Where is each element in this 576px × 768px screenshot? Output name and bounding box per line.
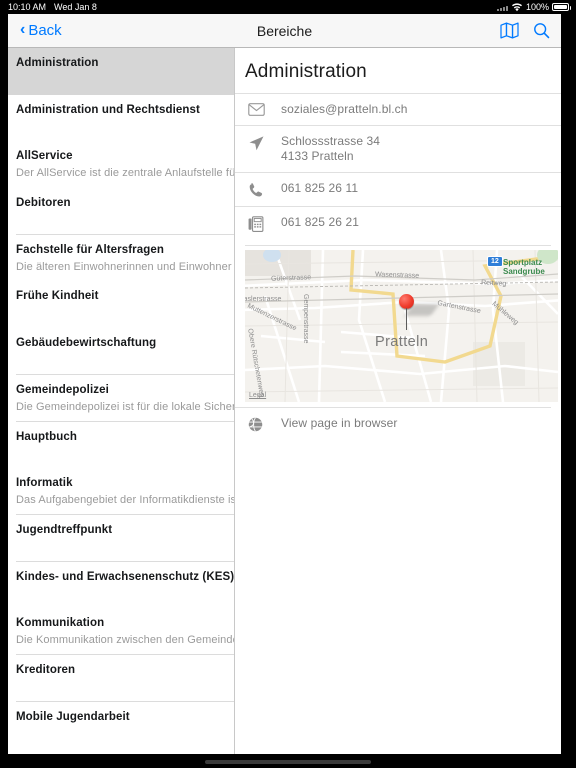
detail-title: Administration (245, 61, 367, 82)
signal-icon (496, 4, 508, 11)
battery-percent: 100% (525, 2, 549, 12)
detail-pane: Administration soziales@pratteln.bl.ch S… (235, 48, 561, 754)
list-item[interactable]: Kommunikation Die Kommunikation zwischen … (8, 608, 234, 655)
map-legal-link[interactable]: Legal (249, 392, 266, 399)
list-item-title: Fachstelle für Altersfragen (16, 243, 164, 256)
navigation-bar: ‹ Back Bereiche (8, 14, 561, 48)
split-view: Administration Administration und Rechtsd… (8, 48, 561, 754)
list-item-subtitle: Die Gemeindepolizei ist für die lokale S… (16, 400, 234, 413)
location-arrow-icon (245, 134, 281, 152)
map-label-gempenstrasse: Gempenstrasse (302, 294, 309, 344)
list-item-subtitle: Die Kommunikation zwischen den Gemeinden (16, 634, 234, 647)
list-item[interactable]: Kindes- und Erwachsenenschutz (KES) (8, 561, 234, 609)
app-screen: ‹ Back Bereiche Administration Administr… (8, 14, 561, 754)
list-item[interactable]: Mobile Jugendarbeit (8, 701, 234, 749)
list-item-title: Kindes- und Erwachsenenschutz (KES) (16, 570, 234, 583)
list-item[interactable]: Frühe Kindheit (8, 281, 234, 329)
status-bar-left: 10:10 AM Wed Jan 8 (8, 0, 97, 14)
view-in-browser-row[interactable]: View page in browser (235, 407, 551, 440)
route-shield-12: 12 (487, 256, 503, 267)
list-item-title: Debitoren (16, 197, 71, 210)
detail-row-phone[interactable]: 061 825 26 11 (235, 172, 561, 206)
list-item[interactable]: Gemeindepolizei Die Gemeindepolizei ist f… (8, 374, 234, 422)
list-item[interactable]: AllService Der AllService ist die zentral… (8, 141, 234, 189)
list-item-title: Kreditoren (16, 663, 76, 676)
address-value: Schlossstrasse 34 4133 Pratteln (281, 134, 381, 163)
detail-row-fax[interactable]: 061 825 26 21 (235, 206, 561, 240)
list-item-title: Gebäudebewirtschaftung (16, 337, 157, 350)
list-item[interactable]: Gebäudebewirtschaftung (8, 328, 234, 375)
battery-full-icon (552, 3, 571, 11)
status-date: Wed Jan 8 (54, 2, 97, 12)
list-item-subtitle: Das Aufgabengebiet der Informatikdienste… (16, 494, 234, 507)
list-item-title: Jugendtreffpunkt (16, 523, 113, 536)
list-item-subtitle: Die älteren Einwohnerinnen und Einwohner… (16, 260, 234, 273)
map-label-baslerstrasse: Baslerstrasse (245, 296, 282, 303)
fax-icon (245, 215, 281, 232)
search-icon[interactable] (533, 22, 550, 39)
list-item[interactable]: Informatik Das Aufgabengebiet der Informa… (8, 468, 234, 515)
list-item[interactable]: Personal (8, 748, 234, 754)
detail-row-address[interactable]: Schlossstrasse 34 4133 Pratteln (235, 125, 561, 172)
list-item-title: Hauptbuch (16, 430, 77, 443)
bereiche-list[interactable]: Administration Administration und Rechtsd… (8, 48, 235, 754)
status-time: 10:10 AM (8, 2, 47, 12)
map-place-label: Pratteln (375, 334, 429, 350)
map-poi-sportplatz: Sportplatz Sandgrube (503, 258, 545, 276)
map-label-wasenstrasse: Wasenstrasse (374, 271, 420, 280)
list-item[interactable]: Kreditoren (8, 654, 234, 702)
list-item-title: Kommunikation (16, 617, 105, 630)
ipad-device-frame: 10:10 AM Wed Jan 8 100% ‹ Back Bereiche (0, 0, 576, 768)
list-item-title: Mobile Jugendarbeit (16, 710, 130, 723)
fax-value: 061 825 26 21 (281, 215, 360, 229)
phone-value: 061 825 26 11 (281, 181, 359, 195)
list-item-title: AllService (16, 150, 73, 163)
list-item[interactable]: Administration und Rechtsdienst (8, 94, 234, 142)
home-indicator[interactable] (205, 760, 371, 764)
page-title: Bereiche (256, 22, 313, 39)
location-map[interactable]: 12 Sportplatz Sandgrube Güterstrasse Was… (245, 250, 558, 402)
list-item[interactable]: Hauptbuch (8, 421, 234, 469)
list-item[interactable]: Jugendtreffpunkt (8, 514, 234, 562)
map-label-guterstrasse: Güterstrasse (270, 274, 312, 283)
list-item-subtitle: Der AllService ist die zentrale Anlaufst… (16, 167, 234, 180)
email-value: soziales@pratteln.bl.ch (281, 102, 408, 116)
map-pin (399, 294, 414, 330)
list-item-title: Informatik (16, 477, 73, 490)
list-item-title: Administration (16, 57, 99, 69)
map-container: 12 Sportplatz Sandgrube Güterstrasse Was… (245, 245, 558, 402)
list-item-title: Administration und Rechtsdienst (16, 103, 200, 116)
list-item-title: Gemeindepolizei (16, 383, 109, 396)
map-label-reitweg: Reitweg (480, 279, 507, 288)
detail-row-email[interactable]: soziales@pratteln.bl.ch (235, 93, 561, 125)
envelope-icon (245, 102, 281, 116)
list-item[interactable]: Fachstelle für Altersfragen Die älteren E… (8, 234, 234, 282)
wifi-icon (511, 2, 522, 11)
map-icon[interactable] (500, 22, 519, 39)
view-in-browser-label: View page in browser (281, 416, 398, 430)
nav-actions (500, 22, 550, 39)
list-item-title: Frühe Kindheit (16, 290, 99, 303)
status-bar: 10:10 AM Wed Jan 8 100% (0, 0, 576, 14)
list-item[interactable]: Administration (8, 48, 234, 95)
list-item[interactable]: Debitoren (8, 188, 234, 235)
status-bar-right: 100% (496, 0, 571, 14)
phone-icon (245, 181, 281, 198)
globe-icon (245, 416, 281, 432)
